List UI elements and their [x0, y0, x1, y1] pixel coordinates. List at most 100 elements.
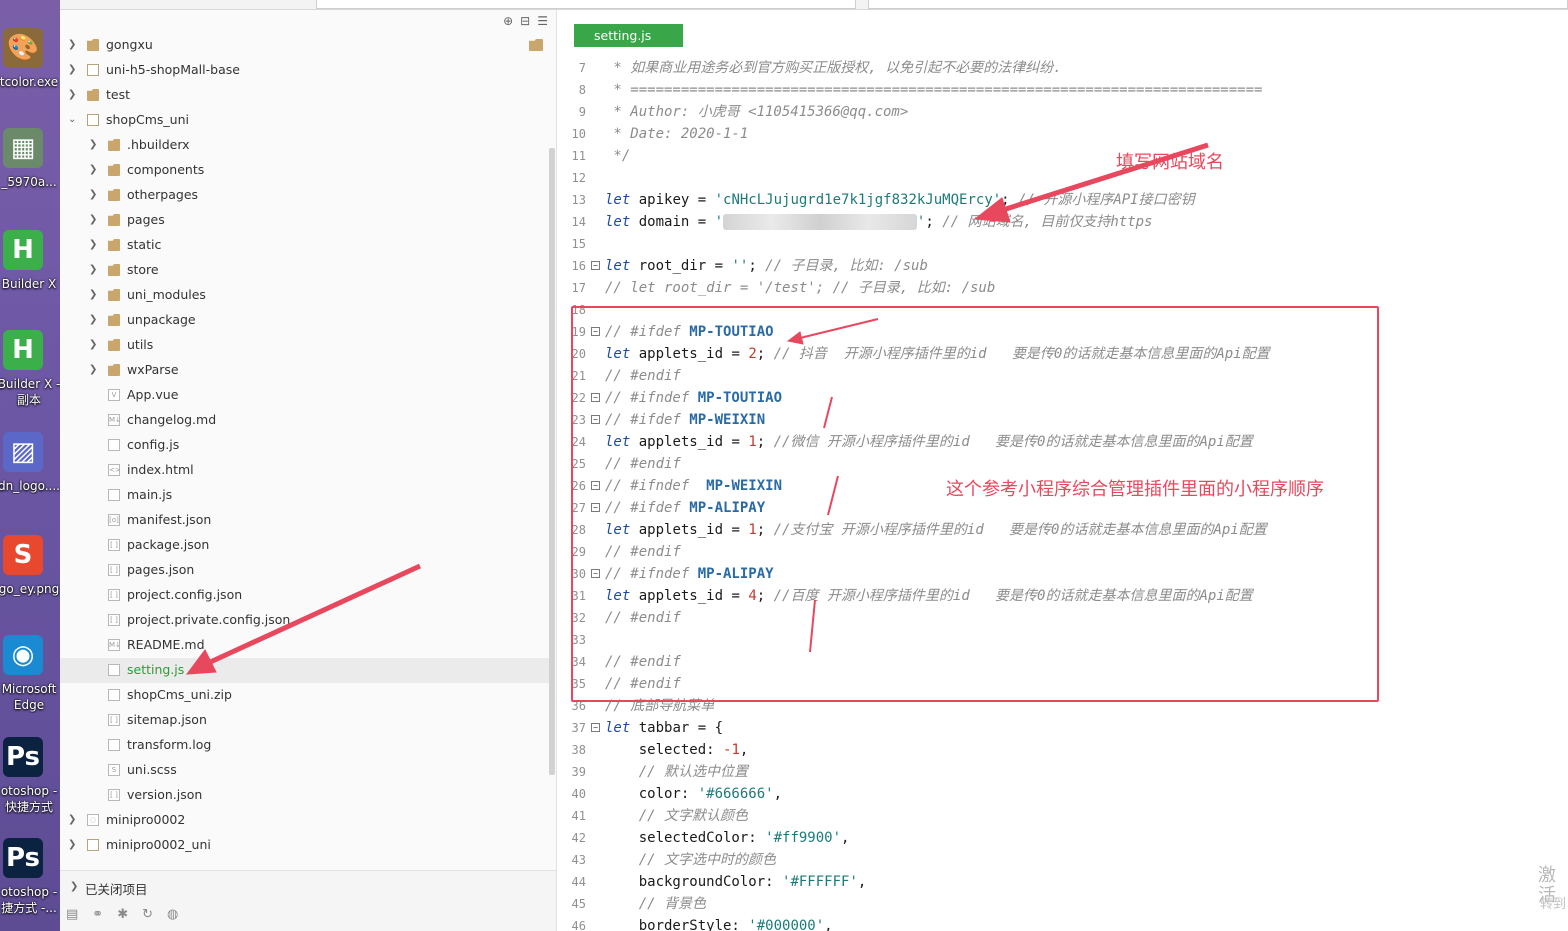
tree-item-label: main.js — [127, 487, 173, 502]
collapse-icon[interactable]: ⊟ — [520, 14, 530, 28]
tree-item-utils[interactable]: ❯ utils — [60, 333, 550, 358]
code-line[interactable]: 16− let root_dir = ''; // 子目录, 比如: /sub — [558, 255, 1568, 277]
fold-toggle-icon[interactable]: − — [591, 261, 600, 270]
tree-item-index-html[interactable]: <> index.html — [60, 458, 550, 483]
tree-item-config-js[interactable]: config.js — [60, 433, 550, 458]
tree-item-changelog-md[interactable]: M↓ changelog.md — [60, 408, 550, 433]
tree-item-minipro0002[interactable]: ❯ ◌ minipro0002 — [60, 808, 550, 833]
chevron-right-icon[interactable]: ❯ — [68, 89, 78, 101]
chevron-right-icon[interactable]: ❯ — [68, 839, 78, 851]
palette-icon[interactable]: ◍ — [167, 907, 178, 922]
closed-projects-row[interactable]: ❯ 已关闭项目 — [60, 877, 550, 897]
tree-item-setting-js[interactable]: setting.js — [60, 658, 550, 683]
tree-item-minipro0002-uni[interactable]: ❯ minipro0002_uni — [60, 833, 550, 858]
chevron-right-icon[interactable]: ❯ — [89, 164, 99, 176]
tree-item-project-config-json[interactable]: [ ] project.config.json — [60, 583, 550, 608]
code-line[interactable]: 43 // 文字选中时的颜色 — [558, 849, 1568, 871]
tree-item-unpackage[interactable]: ❯ unpackage — [60, 308, 550, 333]
tree-item-label: version.json — [127, 787, 203, 802]
code-line[interactable]: 42 selectedColor: '#ff9900', — [558, 827, 1568, 849]
chevron-right-icon[interactable]: ❯ — [89, 364, 99, 376]
tree-item-app-vue[interactable]: V App.vue — [60, 383, 550, 408]
code-line[interactable]: 14 let domain = 'https://xxxxxxxxxxxxxxx'… — [558, 211, 1568, 233]
tree-item-store[interactable]: ❯ store — [60, 258, 550, 283]
tree-item-static[interactable]: ❯ static — [60, 233, 550, 258]
search-bar[interactable] — [868, 0, 1568, 9]
fold-toggle-icon[interactable]: − — [591, 723, 600, 732]
bug-icon[interactable]: ✱ — [117, 907, 128, 922]
code-line[interactable]: 17 // let root_dir = '/test'; // 子目录, 比如:… — [558, 277, 1568, 299]
chevron-down-icon[interactable]: ⌄ — [68, 114, 78, 126]
refresh-icon[interactable]: ↻ — [142, 907, 153, 922]
tree-item-sitemap-json[interactable]: [ ] sitemap.json — [60, 708, 550, 733]
chevron-right-icon[interactable]: ❯ — [89, 189, 99, 201]
tree-item-otherpages[interactable]: ❯ otherpages — [60, 183, 550, 208]
tree-item-components[interactable]: ❯ components — [60, 158, 550, 183]
chevron-right-icon[interactable]: ❯ — [68, 814, 78, 826]
folder-icon — [87, 89, 99, 101]
code-line[interactable]: 12 — [558, 167, 1568, 189]
tree-item-pages-json[interactable]: [ ] pages.json — [60, 558, 550, 583]
code-line[interactable]: 8 * ====================================… — [558, 79, 1568, 101]
code-line[interactable]: 7 * 如果商业用途务必到官方购买正版授权, 以免引起不必要的法律纠纷. — [558, 57, 1568, 79]
explorer-scrollbar[interactable] — [549, 148, 555, 775]
tree-item-shopcms-uni-zip[interactable]: shopCms_uni.zip — [60, 683, 550, 708]
tree-item-gongxu[interactable]: ❯ gongxu — [60, 33, 550, 58]
tree-item-main-js[interactable]: main.js — [60, 483, 550, 508]
code-line[interactable]: 39 // 默认选中位置 — [558, 761, 1568, 783]
desktop-shortcut[interactable]: H Builder X - 副本 — [0, 330, 60, 426]
tree-item-wxparse[interactable]: ❯ wxParse — [60, 358, 550, 383]
code-line[interactable]: 10 * Date: 2020-1-1 — [558, 123, 1568, 145]
tree-item-project-private-config-json[interactable]: [ ] project.private.config.json — [60, 608, 550, 633]
address-bar[interactable] — [316, 0, 856, 9]
code-line[interactable]: 46 borderStyle: '#000000', — [558, 915, 1568, 931]
desktop-shortcut[interactable]: Ps otoshop - 快捷方式 — [0, 737, 60, 833]
folder-icon[interactable]: ▤ — [66, 907, 78, 922]
tree-item-uni-scss[interactable]: Suni.scss — [60, 758, 550, 783]
tree-item-manifest-json[interactable]: [o] manifest.json — [60, 508, 550, 533]
binoculars-icon[interactable]: ⚭ — [92, 907, 103, 922]
desktop-shortcut[interactable]: H Builder X — [0, 230, 60, 326]
chevron-right-icon[interactable]: ❯ — [68, 64, 78, 76]
tree-item-uni-modules[interactable]: ❯ uni_modules — [60, 283, 550, 308]
code-line[interactable]: 40 color: '#666666', — [558, 783, 1568, 805]
code-line[interactable]: 41 // 文字默认颜色 — [558, 805, 1568, 827]
code-line[interactable]: 44 backgroundColor: '#FFFFFF', — [558, 871, 1568, 893]
tree-item-shopcms-uni[interactable]: ⌄ shopCms_uni — [60, 108, 550, 133]
desktop-shortcut[interactable]: 🎨 tcolor.exe — [0, 28, 60, 124]
tree-item-label: uni.scss — [127, 762, 177, 777]
code-line[interactable]: 11 */ — [558, 145, 1568, 167]
desktop-shortcut[interactable]: ▨ dn_logo.... — [0, 432, 60, 528]
chevron-right-icon[interactable]: ❯ — [89, 264, 99, 276]
desktop-shortcut-label: Builder X — [1, 277, 57, 291]
locate-icon[interactable]: ⊕ — [503, 14, 513, 28]
chevron-right-icon[interactable]: ❯ — [89, 139, 99, 151]
code-line[interactable]: 38 selected: -1, — [558, 739, 1568, 761]
chevron-right-icon[interactable]: ❯ — [89, 239, 99, 251]
desktop-shortcut[interactable]: Ps otoshop - 捷方式 -... — [0, 838, 60, 931]
file-icon: V — [108, 389, 120, 401]
tree-item-hbuilderx[interactable]: ❯ .hbuilderx — [60, 133, 550, 158]
chevron-right-icon[interactable]: ❯ — [89, 214, 99, 226]
tree-item-uni-h5-shopmall-base[interactable]: ❯ uni-h5-shopMall-base — [60, 58, 550, 83]
code-line[interactable]: 9 * Author: 小虎哥 <1105415366@qq.com> — [558, 101, 1568, 123]
menu-icon[interactable]: ☰ — [537, 14, 548, 28]
chevron-right-icon[interactable]: ❯ — [89, 314, 99, 326]
desktop-shortcut[interactable]: Sgo_ey.png — [0, 535, 60, 631]
chevron-right-icon[interactable]: ❯ — [89, 289, 99, 301]
chevron-right-icon[interactable]: ❯ — [68, 39, 78, 51]
code-line[interactable]: 37− let tabbar = { — [558, 717, 1568, 739]
code-line[interactable]: 15 — [558, 233, 1568, 255]
tree-item-test[interactable]: ❯ test — [60, 83, 550, 108]
tree-item-package-json[interactable]: [ ] package.json — [60, 533, 550, 558]
code-line[interactable]: 45 // 背景色 — [558, 893, 1568, 915]
tree-item-transform-log[interactable]: transform.log — [60, 733, 550, 758]
tree-item-version-json[interactable]: [ ] version.json — [60, 783, 550, 808]
desktop-shortcut[interactable]: ▦ _5970a... — [0, 128, 60, 224]
code-line[interactable]: 13 let apikey = 'cNHcLJujugrd1e7k1jgf832k… — [558, 189, 1568, 211]
tree-item-readme-md[interactable]: M↓ README.md — [60, 633, 550, 658]
tab-setting-js[interactable]: setting.js — [574, 24, 683, 47]
tree-item-pages[interactable]: ❯ pages — [60, 208, 550, 233]
chevron-right-icon[interactable]: ❯ — [89, 339, 99, 351]
desktop-shortcut[interactable]: ◉ Microsoft Edge — [0, 635, 60, 731]
